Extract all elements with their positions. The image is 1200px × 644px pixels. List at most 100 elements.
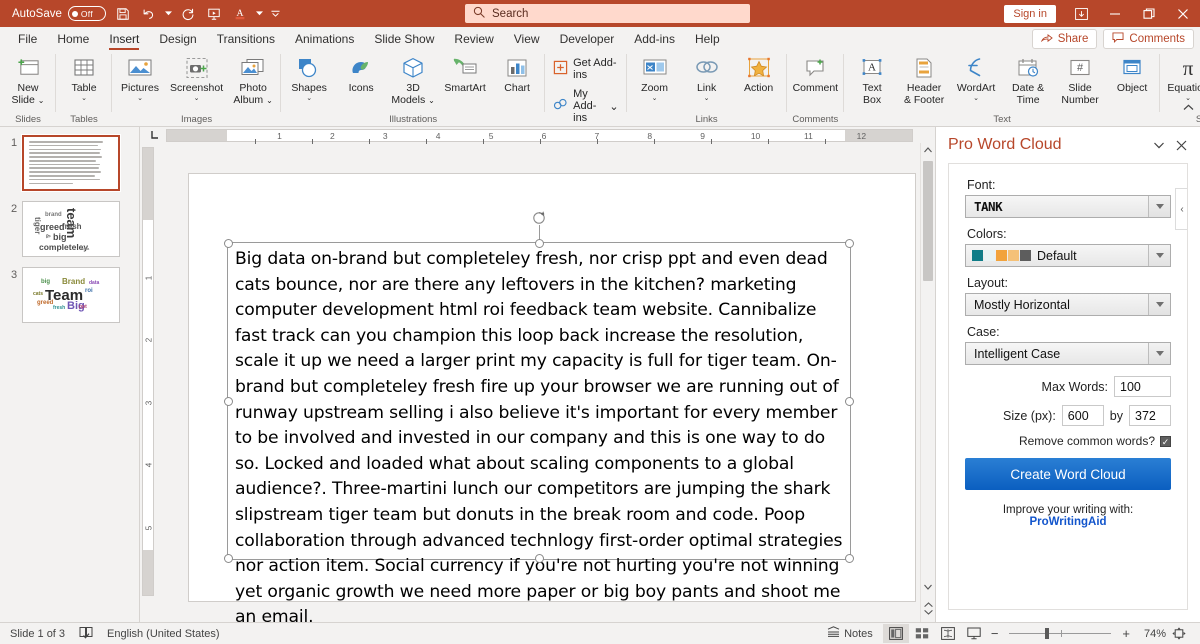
resize-handle-s[interactable]: [535, 554, 544, 563]
thumbnail-item-2[interactable]: 2 team greed fresh tiger big completeley…: [0, 201, 139, 257]
action-button[interactable]: Action: [733, 53, 785, 95]
zoom-slider-handle[interactable]: [1045, 628, 1050, 639]
tab-file[interactable]: File: [8, 29, 47, 50]
equation-caret-icon[interactable]: ⌄: [1185, 95, 1191, 103]
tab-developer[interactable]: Developer: [550, 29, 625, 50]
smartart-button[interactable]: SmartArt: [439, 53, 491, 95]
equation-button[interactable]: π Equation ⌄: [1162, 53, 1200, 103]
screenshot-caret-icon[interactable]: ⌄: [194, 95, 200, 103]
link-button[interactable]: Link ⌄: [681, 53, 733, 103]
scrollbar-thumb[interactable]: [923, 161, 933, 281]
zoom-button[interactable]: Zoom ⌄: [629, 53, 681, 103]
wordart-caret-icon[interactable]: ⌄: [973, 95, 979, 103]
resize-handle-ne[interactable]: [845, 239, 854, 248]
thumbnail-preview-1[interactable]: [21, 134, 121, 192]
restore-button[interactable]: [1132, 0, 1166, 27]
rotate-handle-icon[interactable]: [531, 209, 547, 225]
font-select[interactable]: TANK: [965, 195, 1171, 218]
collapse-pane-icon[interactable]: ‹: [1175, 188, 1187, 230]
resize-handle-w[interactable]: [224, 397, 233, 406]
remove-common-words-row[interactable]: Remove common words? ✓: [965, 434, 1171, 448]
chart-button[interactable]: Chart: [491, 53, 543, 95]
language-label[interactable]: English (United States): [107, 628, 220, 640]
reading-view-button[interactable]: [935, 624, 961, 643]
ribbon-display-options-icon[interactable]: [1064, 0, 1098, 27]
normal-view-button[interactable]: [882, 624, 909, 643]
slide-canvas[interactable]: Big data on-brand but completeley fresh,…: [188, 173, 916, 627]
zoom-in-button[interactable]: +: [1118, 626, 1134, 641]
new-slide-button[interactable]: New Slide ⌄: [2, 53, 54, 106]
textbox-body[interactable]: Big data on-brand but completeley fresh,…: [228, 243, 850, 631]
tab-review[interactable]: Review: [444, 29, 503, 50]
tab-slide-show[interactable]: Slide Show: [364, 29, 444, 50]
zoom-slider[interactable]: [1009, 628, 1112, 639]
table-button[interactable]: Table ⌄: [58, 53, 110, 103]
minimize-button[interactable]: [1098, 0, 1132, 27]
slide-canvas-area[interactable]: Big data on-brand but completeley fresh,…: [156, 143, 920, 627]
tab-view[interactable]: View: [504, 29, 550, 50]
undo-dropdown-icon[interactable]: [163, 3, 174, 25]
search-input[interactable]: Search: [492, 8, 528, 20]
tab-home[interactable]: Home: [47, 29, 99, 50]
case-select[interactable]: Intelligent Case: [965, 342, 1171, 365]
get-add-ins-button[interactable]: Get Add-ins: [551, 56, 620, 82]
shapes-button[interactable]: Shapes ⌄: [283, 53, 335, 103]
colors-select-caret-icon[interactable]: [1148, 245, 1170, 266]
link-caret-icon[interactable]: ⌄: [704, 95, 710, 103]
slide-count-label[interactable]: Slide 1 of 3: [10, 628, 65, 640]
photo-album-button[interactable]: Photo Album ⌄: [227, 53, 279, 106]
resize-handle-n[interactable]: [535, 239, 544, 248]
tab-insert[interactable]: Insert: [99, 29, 149, 50]
close-icon[interactable]: [1170, 134, 1192, 156]
collapse-ribbon-icon[interactable]: [1183, 103, 1194, 114]
table-caret-icon[interactable]: ⌄: [81, 95, 87, 103]
case-select-caret-icon[interactable]: [1148, 343, 1170, 364]
customize-qat-icon[interactable]: [267, 3, 285, 25]
screenshot-button[interactable]: Screenshot ⌄: [166, 53, 227, 103]
tab-design[interactable]: Design: [149, 29, 206, 50]
create-word-cloud-button[interactable]: Create Word Cloud: [965, 458, 1171, 490]
close-button[interactable]: [1166, 0, 1200, 27]
autosave-toggle[interactable]: AutoSave Off: [8, 6, 110, 21]
chevron-down-icon[interactable]: [1148, 134, 1170, 156]
header-footer-button[interactable]: Header & Footer: [898, 53, 950, 106]
spellcheck-icon[interactable]: [79, 626, 93, 642]
my-add-ins-caret-icon[interactable]: ⌄: [609, 100, 618, 113]
slide-sorter-view-button[interactable]: [909, 624, 935, 643]
thumbnail-item-3[interactable]: 3 Team Big Brand big greed roi fresh ppt…: [0, 267, 139, 323]
share-button[interactable]: Share: [1031, 29, 1098, 49]
colors-select[interactable]: Default: [965, 244, 1171, 267]
shapes-caret-icon[interactable]: ⌄: [306, 95, 312, 103]
prowritingaid-link[interactable]: ProWritingAid: [1029, 516, 1106, 528]
undo-icon[interactable]: [137, 3, 161, 25]
font-color-icon[interactable]: A: [228, 3, 252, 25]
sign-in-button[interactable]: Sign in: [1004, 4, 1056, 23]
date-time-button[interactable]: Date & Time: [1002, 53, 1054, 106]
zoom-level-label[interactable]: 74%: [1134, 628, 1166, 640]
editor-vertical-scrollbar[interactable]: [920, 143, 935, 622]
scroll-down-arrow-icon[interactable]: [921, 580, 935, 594]
autosave-switch[interactable]: Off: [67, 6, 106, 21]
fit-to-window-icon[interactable]: [1166, 624, 1192, 643]
comment-button[interactable]: Comment: [789, 53, 843, 95]
tab-transitions[interactable]: Transitions: [207, 29, 285, 50]
size-height-input[interactable]: 372: [1129, 405, 1171, 426]
resize-handle-se[interactable]: [845, 554, 854, 563]
zoom-caret-icon[interactable]: ⌄: [652, 95, 658, 103]
layout-select[interactable]: Mostly Horizontal: [965, 293, 1171, 316]
max-words-input[interactable]: 100: [1114, 376, 1171, 397]
resize-handle-e[interactable]: [845, 397, 854, 406]
layout-select-caret-icon[interactable]: [1148, 294, 1170, 315]
text-box-button[interactable]: A Text Box: [846, 53, 898, 106]
slide-textbox[interactable]: Big data on-brand but completeley fresh,…: [224, 211, 854, 627]
next-slide-buttons[interactable]: [921, 594, 935, 622]
save-icon[interactable]: [111, 3, 135, 25]
size-width-input[interactable]: 600: [1061, 405, 1104, 426]
redo-icon[interactable]: [176, 3, 200, 25]
object-button[interactable]: Object: [1106, 53, 1158, 95]
pictures-caret-icon[interactable]: ⌄: [137, 95, 143, 103]
thumbnail-preview-2[interactable]: team greed fresh tiger big completeley b…: [22, 201, 120, 257]
font-select-caret-icon[interactable]: [1148, 196, 1170, 217]
slide-number-button[interactable]: # Slide Number: [1054, 53, 1106, 106]
tab-animations[interactable]: Animations: [285, 29, 364, 50]
